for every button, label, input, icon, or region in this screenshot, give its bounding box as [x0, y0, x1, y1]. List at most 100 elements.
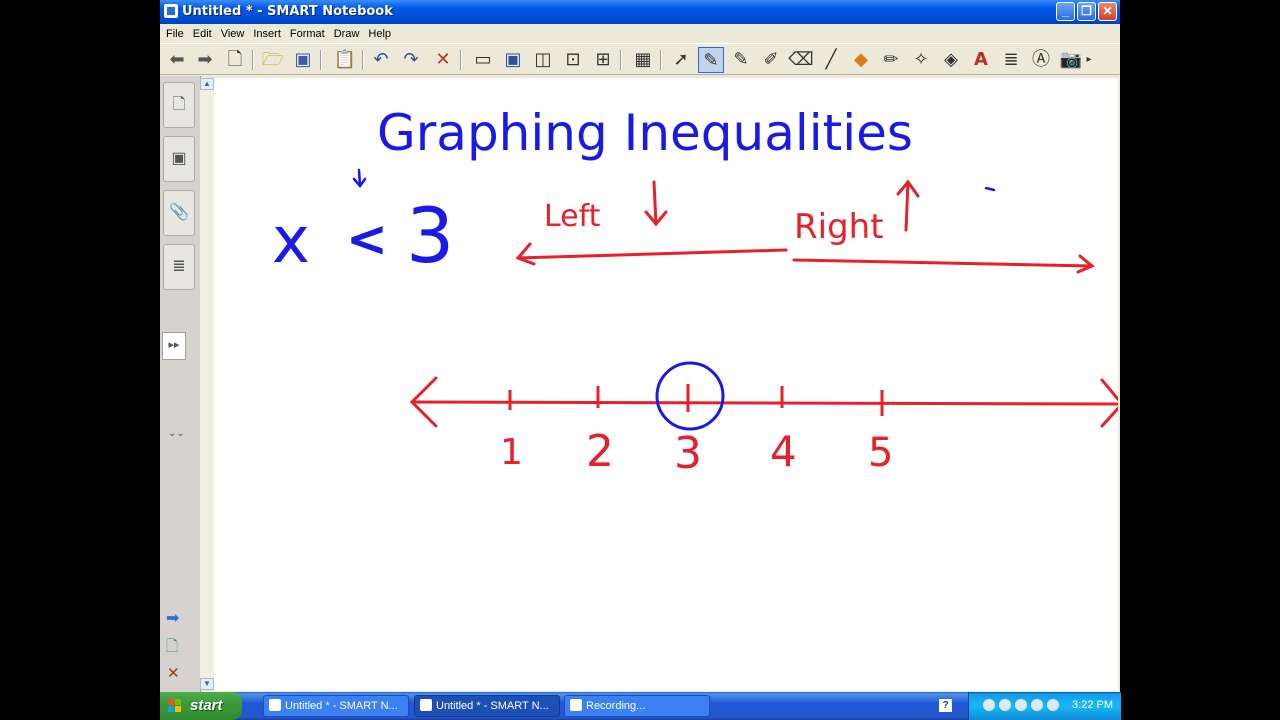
new-page-icon[interactable]: 🗋 — [222, 47, 248, 73]
help-icon[interactable]: ? — [939, 699, 952, 712]
collapse-icon[interactable]: ⌄⌄ — [168, 428, 185, 439]
taskbar: start Untitled * - SMART N... Untitled *… — [160, 692, 1121, 720]
tray-security-icon[interactable] — [1015, 699, 1027, 711]
line-icon[interactable]: ╱ — [818, 47, 844, 73]
attachments-tab[interactable]: 📎 — [163, 190, 195, 236]
taskbar-item[interactable]: Untitled * - SMART N... — [414, 695, 560, 717]
select-icon[interactable]: ➚ — [668, 47, 694, 73]
properties-icon[interactable]: ≣ — [998, 47, 1024, 73]
tray-network-icon[interactable] — [983, 699, 995, 711]
menu-help[interactable]: Help — [362, 25, 394, 40]
whiteboard-canvas[interactable]: Graphing Inequalities x < 3 Left Right 1… — [214, 78, 1120, 691]
separator — [362, 50, 364, 70]
properties-tab[interactable]: ≣ — [163, 244, 195, 290]
magic-pen-icon[interactable]: ✏ — [878, 47, 904, 73]
move-panel-icon[interactable]: ➡ — [166, 608, 179, 628]
close-button[interactable]: ✕ — [1098, 2, 1117, 21]
capture-icon[interactable]: ⊡ — [560, 47, 586, 73]
page-sorter-tab[interactable]: 🗋 — [163, 82, 195, 128]
right-note[interactable]: Right — [794, 207, 884, 247]
font-icon[interactable]: Ⓐ — [1028, 47, 1054, 73]
left-note[interactable]: Left — [544, 199, 601, 234]
tick-label: 2 — [586, 426, 614, 477]
highlighter-icon[interactable]: ✐ — [758, 47, 784, 73]
add-page-icon[interactable]: 🗋 — [166, 636, 178, 661]
expression-value[interactable]: 3 — [406, 191, 454, 280]
windows-logo-icon — [168, 699, 182, 713]
back-icon[interactable]: ⬅ — [164, 47, 190, 73]
toolbar-overflow-icon[interactable]: ▸ — [1084, 47, 1094, 73]
number-line-axis — [411, 400, 1120, 406]
forward-icon[interactable]: ➡ — [192, 47, 218, 73]
title-bar[interactable]: Untitled * - SMART Notebook _ ❐ ✕ — [160, 0, 1120, 24]
scroll-down-arrow-icon[interactable]: ▼ — [200, 678, 214, 690]
taskbar-item[interactable]: Recording... — [564, 695, 710, 717]
eraser-icon[interactable]: ⌫ — [788, 47, 814, 73]
window-title: Untitled * - SMART Notebook — [182, 4, 393, 19]
start-button[interactable]: start — [160, 692, 242, 720]
expression-operator[interactable]: < — [346, 210, 388, 268]
table-icon[interactable]: ▦ — [630, 47, 656, 73]
delete-page-icon[interactable]: ✕ — [167, 664, 180, 682]
menu-draw[interactable]: Draw — [328, 25, 363, 40]
expression-variable[interactable]: x — [272, 204, 310, 278]
notebook-icon — [420, 699, 432, 711]
menu-edit[interactable]: Edit — [187, 25, 215, 40]
camera-icon[interactable]: 📷 — [1058, 47, 1084, 73]
creative-pen-icon[interactable]: ✎ — [728, 47, 754, 73]
vertical-scrollbar[interactable]: ▲ ▼ — [200, 78, 214, 690]
notebook-icon — [269, 699, 281, 711]
clock: 3:22 PM — [1072, 699, 1113, 711]
right-direction-arrow — [792, 254, 1095, 274]
menu-view[interactable]: View — [215, 25, 248, 40]
pointer-arrow — [352, 168, 367, 189]
shape-icon[interactable]: ◆ — [848, 47, 874, 73]
menu-format[interactable]: Format — [284, 25, 328, 40]
tick-label: 3 — [674, 428, 702, 479]
separator — [252, 50, 254, 70]
expand-panel-icon[interactable]: ▸▸ — [162, 332, 186, 360]
full-screen-icon[interactable]: ▣ — [500, 47, 526, 73]
shape-recognition-icon[interactable]: ✧ — [908, 47, 934, 73]
taskbar-item-label: Untitled * - SMART N... — [436, 700, 549, 712]
save-icon[interactable]: ▣ — [290, 47, 316, 73]
menu-insert[interactable]: Insert — [247, 25, 284, 40]
separator — [320, 50, 322, 70]
menu-file[interactable]: File — [160, 25, 187, 40]
tray-volume-icon[interactable] — [999, 699, 1011, 711]
smart-notebook-window: Untitled * - SMART Notebook _ ❐ ✕ File Ed… — [160, 0, 1120, 692]
menu-bar: File Edit View Insert Format Draw Help — [160, 24, 1120, 42]
tick-label: 1 — [500, 432, 523, 473]
taskbar-item-label: Recording... — [586, 700, 646, 712]
tick-label: 5 — [868, 430, 893, 476]
paste-icon[interactable]: 📋 — [332, 47, 358, 73]
maximize-button[interactable]: ❐ — [1077, 2, 1096, 21]
gallery-tab[interactable]: ▣ — [163, 136, 195, 182]
separator — [620, 50, 622, 70]
separator — [660, 50, 662, 70]
undo-icon[interactable]: ↶ — [368, 47, 394, 73]
fill-icon[interactable]: ◈ — [938, 47, 964, 73]
stray-mark — [984, 186, 996, 192]
delete-icon[interactable]: ✕ — [430, 47, 456, 73]
open-icon[interactable]: 🗁 — [260, 47, 286, 73]
tray-app-icon[interactable] — [1031, 699, 1043, 711]
text-icon[interactable]: A — [968, 47, 994, 73]
taskbar-item-label: Untitled * - SMART N... — [285, 700, 398, 712]
pen-icon[interactable]: ✎ — [698, 47, 724, 73]
canvas-title[interactable]: Graphing Inequalities — [377, 104, 913, 162]
canvas-drawing: Graphing Inequalities x < 3 Left Right 1… — [272, 104, 1120, 479]
app-icon — [164, 4, 178, 18]
scroll-up-arrow-icon[interactable]: ▲ — [200, 78, 214, 90]
right-note-up-arrow — [896, 179, 920, 232]
recorder-icon — [570, 699, 582, 711]
tray-app-icon[interactable] — [1047, 699, 1059, 711]
table-tool-icon[interactable]: ⊞ — [590, 47, 616, 73]
dual-page-icon[interactable]: ◫ — [530, 47, 556, 73]
taskbar-item[interactable]: Untitled * - SMART N... — [263, 695, 409, 717]
system-tray: ? 3:22 PM — [939, 692, 1121, 720]
number-line: 1 2 3 4 5 — [409, 361, 1120, 479]
redo-icon[interactable]: ↷ — [398, 47, 424, 73]
minimize-button[interactable]: _ — [1056, 2, 1075, 21]
screen-shade-icon[interactable]: ▭ — [470, 47, 496, 73]
